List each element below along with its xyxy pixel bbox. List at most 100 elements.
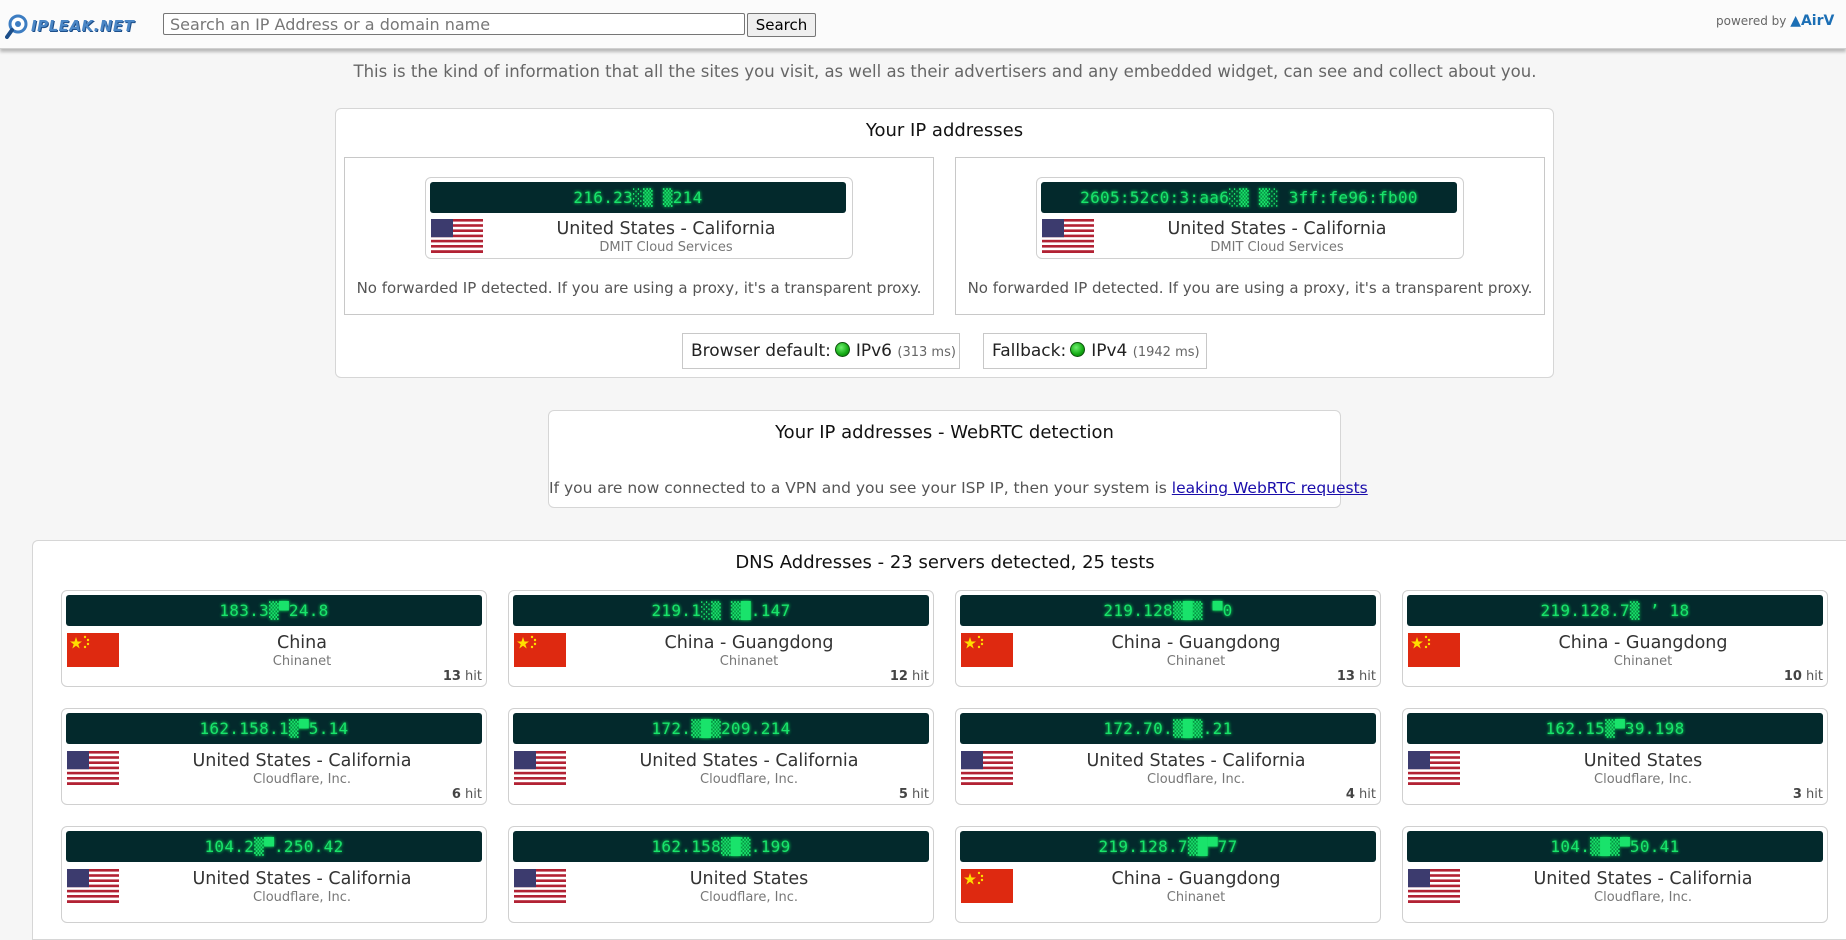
top-bar: IPLEAK.NET Search powered by ▲AirV: [0, 0, 1846, 49]
dns-title: DNS Addresses - 23 servers detected, 25 …: [735, 552, 1155, 573]
dns-server-location: United States - California: [1086, 751, 1306, 771]
fallback-value: IPv4: [1091, 341, 1128, 361]
dns-server-card: 172.▒█▒209.214 United States - California…: [508, 708, 934, 805]
dns-server-isp: Cloudflare, Inc.: [1594, 772, 1692, 787]
us-flag-icon: [514, 869, 566, 903]
dns-server-location: China - Guangdong: [1111, 633, 1281, 653]
us-flag-icon: [961, 751, 1013, 785]
site-logo[interactable]: IPLEAK.NET: [5, 10, 145, 42]
dns-hit-count: 13: [442, 669, 461, 684]
dns-server-ip[interactable]: 162.158.1▒▀5.14: [66, 713, 482, 744]
us-flag-icon: [67, 751, 119, 785]
powered-by[interactable]: powered by ▲AirV: [1716, 13, 1834, 29]
dns-server-ip[interactable]: 104.2▒▀.250.42: [66, 831, 482, 862]
ipv4-address[interactable]: 216.23░▒ ▒214: [430, 182, 846, 213]
dns-server-card: 162.158.1▒▀5.14 United States - Californi…: [61, 708, 487, 805]
dns-server-isp: Cloudflare, Inc.: [253, 890, 351, 905]
dns-server-isp: Cloudflare, Inc.: [700, 890, 798, 905]
ipv6-card: 2605:52c0:3:aa6░▒ ▒░ 3ff:fe96:fb00 Unite…: [1036, 177, 1464, 259]
dns-server-isp: Cloudflare, Inc.: [1594, 890, 1692, 905]
dns-server-isp: Chinanet: [272, 654, 332, 669]
webrtc-title: Your IP addresses - WebRTC detection: [775, 422, 1114, 443]
dns-server-card: 162.15▒▀39.198 United States Cloudflare, I…: [1402, 708, 1828, 805]
dns-server-location: United States - California: [192, 751, 412, 771]
dns-server-ip[interactable]: 172.70.▒█▒.21: [960, 713, 1376, 744]
dns-server-ip[interactable]: 162.15▒▀39.198: [1407, 713, 1823, 744]
airvpn-logo-icon: ▲: [1790, 13, 1801, 29]
us-flag-icon: [431, 219, 483, 253]
dns-server-location: China - Guangdong: [1558, 633, 1728, 653]
dns-hit-label: hit: [912, 669, 929, 684]
cn-flag-icon: [961, 633, 1013, 667]
dns-server-ip[interactable]: 162.158▒█▒.199: [513, 831, 929, 862]
ipv6-address[interactable]: 2605:52c0:3:aa6░▒ ▒░ 3ff:fe96:fb00: [1041, 182, 1457, 213]
dns-server-isp: Chinanet: [1166, 654, 1226, 669]
dns-server-location: China - Guangdong: [1111, 869, 1281, 889]
cn-flag-icon: [961, 869, 1013, 903]
ipv4-location: United States - California: [556, 219, 776, 239]
dns-server-card: 172.70.▒█▒.21 United States - California C…: [955, 708, 1381, 805]
ipv6-isp: DMIT Cloud Services: [1210, 240, 1344, 255]
browser-default-ms: (313 ms): [897, 345, 956, 360]
dns-server-location: China: [277, 633, 327, 653]
dns-hit-label: hit: [465, 787, 482, 802]
dns-server-location: United States - California: [1533, 869, 1753, 889]
ipv6-location: United States - California: [1167, 219, 1387, 239]
webrtc-description: If you are now connected to a VPN and yo…: [549, 479, 1167, 497]
dns-server-ip[interactable]: 219.128.7▒█▀77: [960, 831, 1376, 862]
dns-server-location: United States: [689, 869, 809, 889]
search-input[interactable]: [163, 13, 745, 35]
dns-server-ip[interactable]: 219.128▒█▒ ▀0: [960, 595, 1376, 626]
dns-server-ip[interactable]: 219.1░▒ ▒█.147: [513, 595, 929, 626]
fallback-ms: (1942 ms): [1132, 345, 1200, 360]
ip-panel-title: Your IP addresses: [865, 120, 1024, 141]
dns-server-isp: Chinanet: [719, 654, 779, 669]
status-ok-icon: [1070, 342, 1086, 357]
dns-server-location: United States - California: [639, 751, 859, 771]
dns-server-card: 219.128▒█▒ ▀0 China - Guangdong Chinanet 13…: [955, 590, 1381, 687]
dns-hit-label: hit: [1359, 787, 1376, 802]
browser-default-label: Browser default:: [691, 341, 831, 361]
dns-hit-label: hit: [465, 669, 482, 684]
powered-by-brand: AirV: [1800, 13, 1835, 29]
dns-server-location: United States - California: [192, 869, 412, 889]
dns-server-card: 219.128.7▒█▀77 China - Guangdong Chinanet: [955, 826, 1381, 923]
dns-server-hits: 3 hit: [1793, 787, 1823, 802]
dns-hit-count: 12: [889, 669, 908, 684]
dns-hit-label: hit: [1806, 669, 1823, 684]
dns-hit-count: 3: [1792, 787, 1802, 802]
browser-default-value: IPv6: [855, 341, 892, 361]
dns-server-hits: 13 hit: [1337, 669, 1376, 684]
dns-server-card: 104.2▒▀.250.42 United States - California…: [61, 826, 487, 923]
fallback-box: Fallback: IPv4 (1942 ms): [983, 333, 1207, 369]
dns-hit-label: hit: [912, 787, 929, 802]
dns-server-ip[interactable]: 219.128.7▒ ’ 18: [1407, 595, 1823, 626]
dns-server-card: 104.▒█▒▀50.41 United States - California C…: [1402, 826, 1828, 923]
ip-addresses-panel: Your IP addresses 216.23░▒ ▒214 United S…: [335, 108, 1554, 378]
browser-default-box: Browser default: IPv6 (313 ms): [682, 333, 960, 369]
dns-server-hits: 4 hit: [1346, 787, 1376, 802]
dns-server-ip[interactable]: 172.▒█▒209.214: [513, 713, 929, 744]
intro-text: This is the kind of information that all…: [353, 62, 1537, 81]
ipv6-forward-note: No forwarded IP detected. If you are usi…: [967, 279, 1533, 297]
ipv4-card: 216.23░▒ ▒214 United States - California…: [425, 177, 853, 259]
cn-flag-icon: [67, 633, 119, 667]
webrtc-leak-link[interactable]: leaking WebRTC requests: [1172, 479, 1368, 497]
dns-server-ip[interactable]: 104.▒█▒▀50.41: [1407, 831, 1823, 862]
cn-flag-icon: [514, 633, 566, 667]
dns-server-ip[interactable]: 183.3▒▀24.8: [66, 595, 482, 626]
dns-server-isp: Chinanet: [1613, 654, 1673, 669]
search-button[interactable]: Search: [747, 13, 816, 37]
dns-server-location: United States: [1583, 751, 1703, 771]
powered-by-label: powered by: [1716, 14, 1787, 28]
dns-server-card: 183.3▒▀24.8 China Chinanet 13 hit: [61, 590, 487, 687]
logo-text: IPLEAK.NET: [31, 17, 135, 35]
status-ok-icon: [834, 342, 850, 357]
fallback-label: Fallback:: [992, 341, 1067, 361]
webrtc-panel: Your IP addresses - WebRTC detection If …: [548, 410, 1368, 508]
dns-hit-label: hit: [1359, 669, 1376, 684]
us-flag-icon: [67, 869, 119, 903]
ipv4-box: 216.23░▒ ▒214 United States - California…: [344, 157, 934, 315]
dns-server-hits: 13 hit: [443, 669, 482, 684]
us-flag-icon: [1408, 751, 1460, 785]
